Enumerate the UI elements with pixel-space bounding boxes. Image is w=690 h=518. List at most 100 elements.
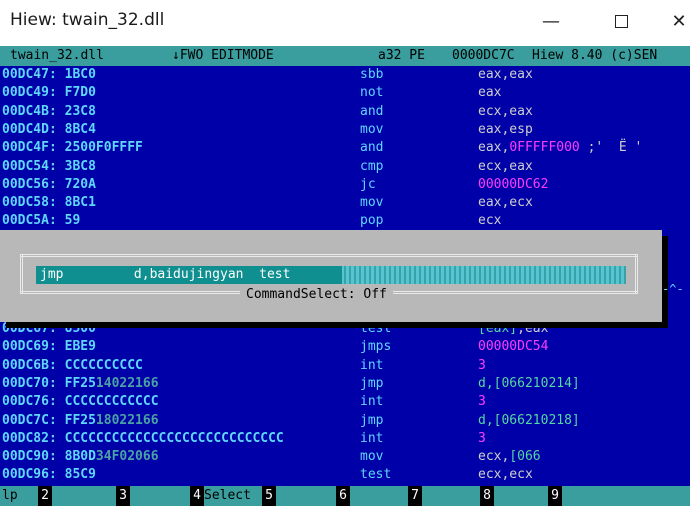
window-title: Hiew: twain_32.dll — [10, 10, 165, 30]
disasm-row[interactable]: 00DC7C: FF2518022166 jmp d,[066210218] — [0, 412, 690, 430]
fkey-5[interactable]: 5 — [262, 486, 332, 506]
disasm-mnemonic: int — [360, 357, 384, 373]
disasm-mnemonic: sbb — [360, 67, 384, 82]
disasm-operands: 00000DC54 — [478, 338, 548, 356]
disasm-mnemonic: and — [360, 103, 384, 119]
disasm-bytes-dim: 34F02066 — [95, 449, 159, 465]
disasm-row[interactable]: 00DC4D: 8BC4 mov eax,esp — [0, 121, 690, 139]
disasm-row[interactable]: 00DC76: CCCCCCCCCCCC int 3 — [0, 393, 690, 411]
disasm-operands: eax,eax — [478, 66, 533, 84]
disasm-address: 00DC90: 8B0D34F02066 — [2, 449, 159, 465]
disasm-row[interactable]: 00DC56: 720A jc 00000DC62 — [0, 176, 690, 194]
operand-part: ecx,eax — [478, 158, 533, 174]
disasm-mnemonic: int — [360, 430, 384, 446]
disasm-address: 00DC96: 85C9 — [2, 467, 96, 483]
disasm-mnemonic: jc — [360, 176, 376, 192]
disasm-address: 00DC4B: 23C8 — [2, 103, 96, 119]
fkey-7[interactable]: 7 — [408, 486, 478, 506]
fkey-number: 8 — [480, 486, 494, 506]
operand-part: 3 — [478, 394, 486, 410]
fkey-label: lp — [2, 488, 18, 503]
disasm-row[interactable]: 00DC54: 3BC8 cmp ecx,eax — [0, 158, 690, 176]
fkey-number: 9 — [548, 486, 562, 506]
disasm-row[interactable]: 00DC58: 8BC1 mov eax,ecx — [0, 194, 690, 212]
disasm-mnemonic: test — [360, 467, 392, 483]
fkey-6[interactable]: 6 — [336, 486, 406, 506]
status-mode: ↓FWO EDITMODE — [172, 48, 274, 63]
disasm-mnemonic: int — [360, 394, 384, 410]
maximize-button[interactable] — [606, 6, 636, 36]
disasm-operands: ecx,[066 — [478, 448, 541, 466]
fkey-3[interactable]: 3 — [116, 486, 186, 506]
disasm-row[interactable]: 00DC4F: 2500F0FFFF and eax,0FFFFF000 ;' Ё … — [0, 139, 690, 157]
operand-part: 0FFFFF000 — [509, 140, 580, 156]
fkey-number: 4 — [190, 486, 204, 506]
disasm-row[interactable]: 00DC82: CCCCCCCCCCCCCCCCCCCCCCCCCCCC int 3 — [0, 430, 690, 448]
disasm-address: 00DC4D: 8BC4 — [2, 121, 96, 137]
disasm-operands: eax,ecx — [478, 194, 533, 212]
disasm-mnemonic: not — [360, 85, 384, 101]
operand-part: eax, — [478, 140, 510, 156]
disasm-address: 00DC6B: CCCCCCCCCC — [2, 357, 143, 373]
disasm-row[interactable]: 00DC70: FF2514022166 jmp d,[066210214] — [0, 375, 690, 393]
disasm-mnemonic: mov — [360, 195, 384, 211]
disasm-mnemonic: mov — [360, 449, 384, 465]
disasm-mnemonic: pop — [360, 213, 384, 229]
fkey-2[interactable]: 2 — [38, 486, 108, 506]
disasm-address: 00DC54: 3BC8 — [2, 158, 96, 174]
window-titlebar: Hiew: twain_32.dll — ✕ — [0, 0, 690, 44]
fkey-8[interactable]: 8 — [480, 486, 550, 506]
fkey-number: 6 — [336, 486, 350, 506]
close-button[interactable]: ✕ — [664, 6, 690, 36]
command-input-text: jmp d,baidujingyan test — [40, 267, 291, 282]
disasm-address: 00DC56: 720A — [2, 176, 96, 192]
disasm-row[interactable]: 00DC69: EBE9 jmps 00000DC54 — [0, 338, 690, 356]
disasm-row[interactable]: 00DC96: 85C9 test ecx,ecx — [0, 466, 690, 484]
fkey-number: 5 — [262, 486, 276, 506]
operand-part: ;' Ё ' — [579, 140, 643, 156]
window-bottom-edge — [0, 506, 690, 518]
disasm-address: 00DC49: F7D0 — [2, 85, 96, 101]
operand-part: d,[066210214] — [478, 375, 580, 391]
fkey-10[interactable] — [622, 486, 690, 506]
disasm-operands: ecx,ecx — [478, 466, 533, 484]
disasm-operands: eax,esp — [478, 121, 533, 139]
disasm-row[interactable]: 00DC67: 8500 test [eax],eax — [0, 320, 690, 338]
disasm-operands: eax,0FFFFF000 ;' Ё ' — [478, 139, 642, 157]
operand-part: ecx,eax — [478, 103, 533, 119]
status-bits: a32 PE — [378, 48, 425, 63]
disasm-operands: 00000DC62 — [478, 176, 548, 194]
disasm-mnemonic: and — [360, 140, 384, 156]
fkey-number: 2 — [38, 486, 52, 506]
disasm-address: 00DC4F: 2500F0FFFF — [2, 140, 143, 156]
disasm-operands: ecx — [478, 212, 501, 230]
disasm-mnemonic: jmps — [360, 339, 392, 355]
fkey-4[interactable]: 4 Select — [190, 486, 260, 506]
operand-part: 00000DC62 — [478, 176, 549, 192]
operand-part: eax,eax — [478, 67, 533, 82]
disasm-operands: 3 — [478, 430, 486, 448]
disasm-row[interactable]: 00DC4B: 23C8 and ecx,eax — [0, 103, 690, 121]
operand-part: 3 — [478, 430, 486, 446]
fkey-9[interactable]: 9 — [548, 486, 618, 506]
disasm-operands: eax — [478, 84, 501, 102]
disasm-row[interactable]: 00DC90: 8B0D34F02066 mov ecx,[066 — [0, 448, 690, 466]
minimize-button[interactable]: — — [536, 6, 566, 36]
operand-part: eax — [478, 85, 502, 101]
fkey-number: 3 — [116, 486, 130, 506]
disasm-operands: d,[066210218] — [478, 412, 580, 430]
disasm-mnemonic: mov — [360, 121, 384, 137]
disasm-row[interactable]: 00DC6B: CCCCCCCCCC int 3 — [0, 357, 690, 375]
disasm-operands: 3 — [478, 393, 486, 411]
disasm-row[interactable]: 00DC47: 1BC0 sbb eax,eax — [0, 66, 690, 84]
operand-part: [eax] — [478, 321, 518, 336]
disasm-operands: [eax],eax — [478, 320, 548, 338]
disasm-row[interactable]: 00DC5A: 59 pop ecx — [0, 212, 690, 230]
disasm-address: 00DC58: 8BC1 — [2, 195, 96, 211]
operand-part: d,[066210218] — [478, 412, 580, 428]
operand-part: ,eax — [517, 321, 549, 336]
operand-part: [066 — [509, 449, 541, 465]
disasm-row[interactable]: 00DC49: F7D0 not eax — [0, 84, 690, 102]
operand-part: eax,esp — [478, 121, 533, 137]
disasm-mnemonic: test — [360, 321, 392, 336]
